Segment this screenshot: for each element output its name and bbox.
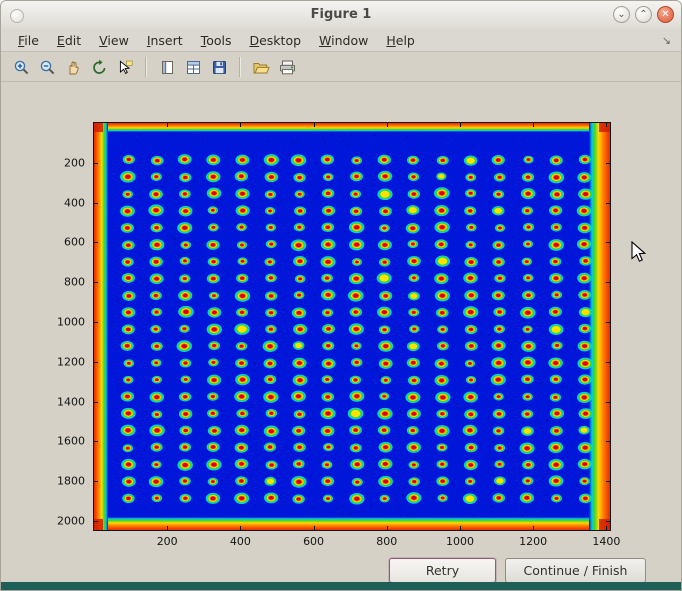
x-tick-label: 800 (376, 535, 397, 548)
x-tick-label: 400 (230, 535, 251, 548)
y-tick-label: 1200 (1, 355, 85, 368)
close-button[interactable]: ✕ (657, 6, 674, 23)
y-tick-label: 2000 (1, 515, 85, 528)
minimize-button[interactable]: ⌄ (613, 6, 630, 23)
x-tick-label: 1200 (519, 535, 547, 548)
window-controls: ⌄ ⌃ ✕ (613, 6, 674, 23)
toolbar-plot-layout-button[interactable] (181, 55, 205, 79)
maximize-button[interactable]: ⌃ (635, 6, 652, 23)
continue-finish-button[interactable]: Continue / Finish (505, 558, 646, 583)
x-tick-label: 1400 (592, 535, 620, 548)
figure-content: 200 400 600 800 1000 1200 1400 200 400 600 800 1000… (1, 82, 681, 582)
menu-desktop[interactable]: Desktop (240, 31, 310, 50)
menu-help[interactable]: Help (377, 31, 424, 50)
menu-view[interactable]: View (90, 31, 138, 50)
data-cursor-icon (117, 59, 134, 76)
menu-window[interactable]: Window (310, 31, 377, 50)
toolbar-new-page-button[interactable] (155, 55, 179, 79)
print-icon (278, 59, 297, 76)
y-tick-label: 1400 (1, 395, 85, 408)
bottom-panel (1, 582, 681, 590)
zoom-in-icon (13, 59, 30, 76)
toolbar-data-cursor-button[interactable] (113, 55, 137, 79)
toolbar-zoom-out-button[interactable] (35, 55, 59, 79)
titlebar[interactable]: Figure 1 ⌄ ⌃ ✕ (1, 1, 681, 30)
x-tick-label: 600 (303, 535, 324, 548)
toolbar-separator (239, 57, 241, 77)
x-tick-label: 1000 (446, 535, 474, 548)
window-title: Figure 1 (1, 1, 681, 29)
rotate-3d-icon (91, 59, 108, 76)
menu-insert[interactable]: Insert (138, 31, 192, 50)
menu-tools[interactable]: Tools (192, 31, 241, 50)
new-page-icon (159, 59, 176, 76)
zoom-out-icon (39, 59, 56, 76)
x-tick-label: 200 (157, 535, 178, 548)
menu-overflow-icon[interactable]: ↘ (662, 34, 673, 47)
axes[interactable] (93, 122, 611, 531)
plot-layout-icon (185, 59, 202, 76)
menu-edit[interactable]: Edit (48, 31, 90, 50)
y-tick-label: 800 (1, 276, 85, 289)
y-tick-label: 1800 (1, 475, 85, 488)
toolbar-save-button[interactable] (207, 55, 231, 79)
y-tick-label: 1600 (1, 435, 85, 448)
toolbar-open-folder-button[interactable] (249, 55, 273, 79)
heatmap-image[interactable] (94, 123, 610, 530)
toolbar-zoom-in-button[interactable] (9, 55, 33, 79)
save-icon (211, 59, 228, 76)
pan-icon (65, 59, 82, 76)
menubar: FileEditViewInsertToolsDesktopWindowHelp… (1, 29, 681, 52)
y-tick-label: 1000 (1, 316, 85, 329)
menu-file[interactable]: File (9, 31, 48, 50)
y-tick-label: 400 (1, 196, 85, 209)
y-tick-label: 600 (1, 236, 85, 249)
y-tick-label: 200 (1, 156, 85, 169)
open-folder-icon (252, 59, 271, 76)
toolbar-pan-button[interactable] (61, 55, 85, 79)
toolbar-separator (145, 57, 147, 77)
toolbar-rotate-3d-button[interactable] (87, 55, 111, 79)
toolbar (1, 53, 681, 82)
retry-button[interactable]: Retry (389, 558, 496, 583)
toolbar-print-button[interactable] (275, 55, 299, 79)
figure-window: Figure 1 ⌄ ⌃ ✕ FileEditViewInsertToolsDe… (0, 0, 682, 591)
